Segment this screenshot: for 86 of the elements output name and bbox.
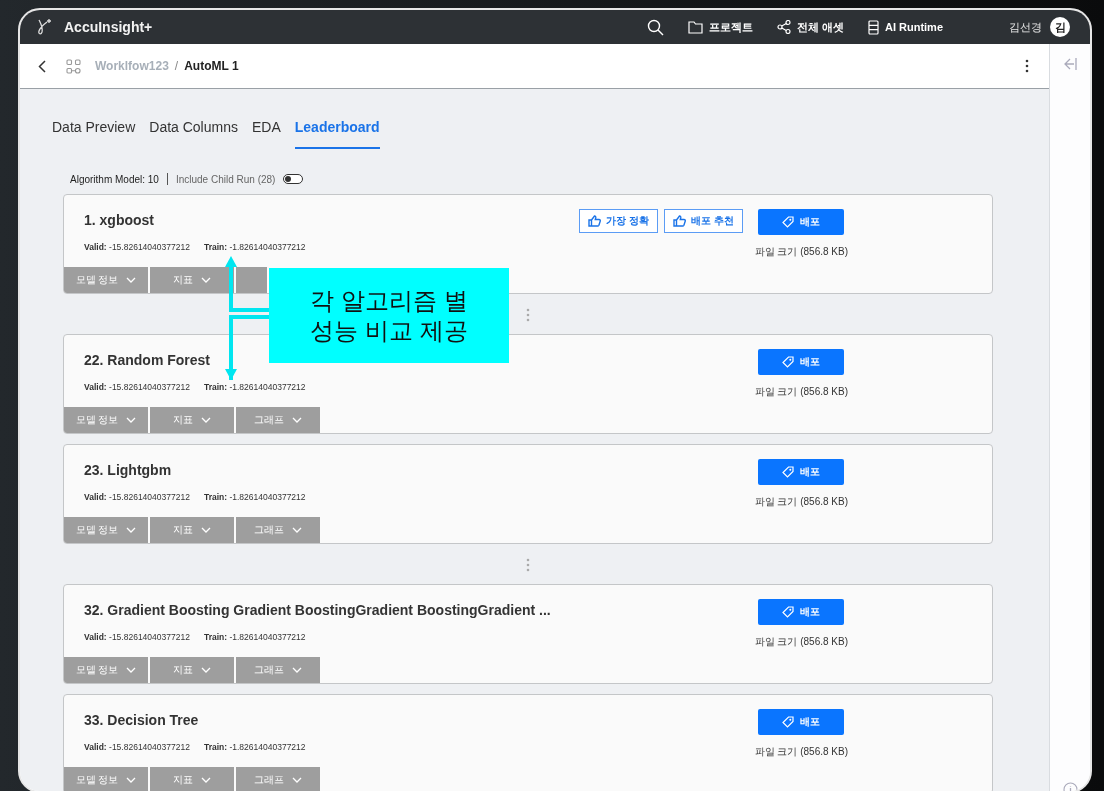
chevron-down-icon	[126, 277, 137, 283]
deploy-button[interactable]: 배포	[758, 459, 845, 485]
workflow-icon	[66, 58, 81, 74]
train-score: Train: -1.82614040377212	[203, 632, 306, 642]
train-score: Train: -1.82614040377212	[203, 742, 306, 752]
valid-score: Valid: -15.82614040377212	[84, 492, 190, 502]
chevron-down-icon	[201, 777, 211, 783]
chevron-down-icon	[201, 417, 211, 423]
section-dropdown[interactable]: 지표	[150, 407, 236, 433]
model-title: 32. Gradient Boosting Gradient BoostingGradient BoostingGradient ...	[84, 602, 552, 618]
app-name: AccuInsight+	[64, 19, 153, 35]
valid-score: Valid: -15.82614040377212	[84, 242, 190, 252]
tab[interactable]: Data Preview	[52, 111, 136, 149]
model-title: 1. xgboost	[84, 212, 155, 228]
valid-score: Valid: -15.82614040377212	[84, 632, 190, 642]
model-title: 33. Decision Tree	[84, 712, 200, 728]
breadcrumb-item[interactable]: Worklfow123	[95, 59, 169, 73]
section-dropdown[interactable]: 지표	[150, 767, 236, 791]
chevron-down-icon	[126, 667, 137, 673]
section-dropdown[interactable]: 모델 정보	[64, 407, 150, 433]
recommendation-tag: 가장 정확	[579, 209, 658, 233]
deploy-button[interactable]: 배포	[758, 209, 845, 235]
section-dropdown[interactable]: 모델 정보	[64, 267, 150, 293]
chevron-down-icon	[126, 417, 137, 423]
tab[interactable]: EDA	[251, 111, 281, 149]
search-icon[interactable]	[646, 18, 664, 36]
tab[interactable]: Leaderboard	[294, 111, 380, 149]
tag-icon	[782, 606, 795, 618]
back-icon[interactable]	[38, 59, 46, 73]
model-title: 22. Random Forest	[84, 352, 212, 368]
user-name: 김선경	[1009, 19, 1042, 35]
server-icon	[867, 19, 879, 35]
train-score: Train: -1.82614040377212	[203, 382, 306, 392]
section-dropdown[interactable]: 그래프	[236, 517, 322, 543]
deploy-button[interactable]: 배포	[758, 599, 845, 625]
child-run-toggle[interactable]	[283, 174, 304, 184]
chevron-down-icon	[126, 777, 137, 783]
tab[interactable]: Data Columns	[149, 111, 238, 149]
section-dropdown[interactable]: 그래프	[236, 767, 322, 791]
tag-icon	[782, 716, 795, 728]
share-icon	[776, 20, 791, 34]
section-dropdown[interactable]: 그래프	[236, 407, 322, 433]
recommendation-tag: 배포 추천	[663, 209, 743, 233]
nav-link[interactable]: 프로젝트	[708, 19, 753, 35]
user-avatar[interactable]: 김	[1050, 17, 1070, 37]
thumbs-up-icon	[672, 215, 686, 227]
section-dropdown[interactable]: 모델 정보	[64, 657, 150, 683]
deploy-button[interactable]: 배포	[758, 349, 845, 375]
chevron-down-icon	[292, 667, 302, 673]
chevron-down-icon	[292, 527, 302, 533]
tag-icon	[782, 466, 795, 478]
nav-link[interactable]: 전체 애셋	[796, 19, 844, 35]
valid-score: Valid: -15.82614040377212	[84, 382, 190, 392]
file-size: 파일 크기 (856.8 KB)	[754, 245, 848, 259]
chevron-down-icon	[126, 527, 137, 533]
section-dropdown[interactable]: 지표	[150, 517, 236, 543]
chevron-down-icon	[201, 527, 211, 533]
section-dropdown[interactable]: 지표	[150, 657, 236, 683]
file-size: 파일 크기 (856.8 KB)	[754, 495, 848, 509]
train-score: Train: -1.82614040377212	[203, 492, 306, 502]
file-size: 파일 크기 (856.8 KB)	[754, 635, 848, 649]
breadcrumb-separator: /	[174, 59, 179, 73]
model-title: 23. Lightgbm	[84, 462, 173, 478]
file-size: 파일 크기 (856.8 KB)	[754, 745, 848, 759]
nav-link[interactable]: AI Runtime	[884, 21, 943, 33]
algorithm-count: Algorithm Model: 10	[70, 173, 159, 185]
valid-score: Valid: -15.82614040377212	[84, 742, 190, 752]
child-run-label: Include Child Run (28)	[175, 173, 276, 185]
file-size: 파일 크기 (856.8 KB)	[754, 385, 848, 399]
deploy-button[interactable]: 배포	[758, 709, 845, 735]
section-dropdown[interactable]: 지표	[150, 267, 236, 293]
folder-icon	[687, 20, 703, 34]
breadcrumb-item: AutoML 1	[184, 59, 239, 73]
tag-icon	[782, 356, 795, 368]
callout-annotation: 각 알고리즘 별 성능 비교 제공	[269, 268, 509, 363]
section-dropdown[interactable]: 모델 정보	[64, 517, 150, 543]
chevron-down-icon	[201, 667, 211, 673]
chevron-down-icon	[292, 417, 302, 423]
more-icon[interactable]	[1025, 59, 1029, 73]
thumbs-up-icon	[588, 215, 602, 227]
tag-icon	[782, 216, 795, 228]
chevron-down-icon	[292, 777, 302, 783]
section-dropdown[interactable]: 모델 정보	[64, 767, 150, 791]
train-score: Train: -1.82614040377212	[203, 242, 306, 252]
chevron-down-icon	[201, 277, 211, 283]
section-dropdown[interactable]: 그래프	[236, 657, 322, 683]
